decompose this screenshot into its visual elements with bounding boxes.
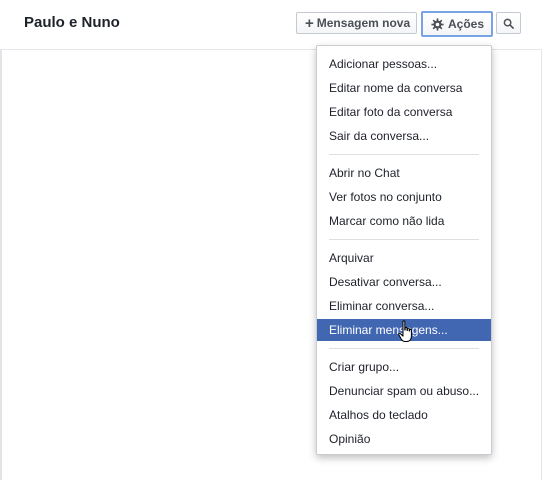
menu-item-delete-conversation[interactable]: Eliminar conversa...	[317, 295, 491, 317]
menu-separator	[329, 239, 479, 240]
new-message-label: Mensagem nova	[316, 16, 411, 30]
menu-separator	[329, 348, 479, 349]
menu-item-feedback[interactable]: Opinião	[317, 428, 491, 450]
menu-item-create-group[interactable]: Criar grupo...	[317, 356, 491, 378]
actions-button[interactable]: Ações	[421, 11, 493, 37]
new-message-button[interactable]: + Mensagem nova	[296, 12, 417, 34]
gear-icon	[431, 17, 444, 31]
menu-item-add-people[interactable]: Adicionar pessoas...	[317, 53, 491, 75]
menu-separator	[329, 154, 479, 155]
menu-item-view-photos[interactable]: Ver fotos no conjunto	[317, 186, 491, 208]
left-border	[0, 0, 2, 480]
conversation-window: Paulo e Nuno + Mensagem nova Ações Adici…	[0, 0, 542, 480]
search-button[interactable]	[496, 12, 521, 34]
menu-item-mute-conversation[interactable]: Desativar conversa...	[317, 271, 491, 293]
menu-item-keyboard-shortcuts[interactable]: Atalhos do teclado	[317, 404, 491, 426]
menu-item-archive[interactable]: Arquivar	[317, 247, 491, 269]
actions-menu: Adicionar pessoas... Editar nome da conv…	[316, 45, 492, 455]
conversation-title: Paulo e Nuno	[24, 14, 120, 31]
menu-item-mark-unread[interactable]: Marcar como não lida	[317, 210, 491, 232]
plus-icon: +	[305, 14, 314, 32]
menu-item-edit-conversation-name[interactable]: Editar nome da conversa	[317, 77, 491, 99]
conversation-header: Paulo e Nuno + Mensagem nova Ações	[0, 0, 542, 50]
menu-item-edit-conversation-photo[interactable]: Editar foto da conversa	[317, 101, 491, 123]
menu-item-report-spam[interactable]: Denunciar spam ou abuso...	[317, 380, 491, 402]
hand-pointer-icon	[398, 320, 416, 344]
actions-label: Ações	[448, 17, 485, 31]
search-icon	[503, 18, 514, 29]
menu-item-leave-conversation[interactable]: Sair da conversa...	[317, 125, 491, 147]
menu-item-open-in-chat[interactable]: Abrir no Chat	[317, 162, 491, 184]
